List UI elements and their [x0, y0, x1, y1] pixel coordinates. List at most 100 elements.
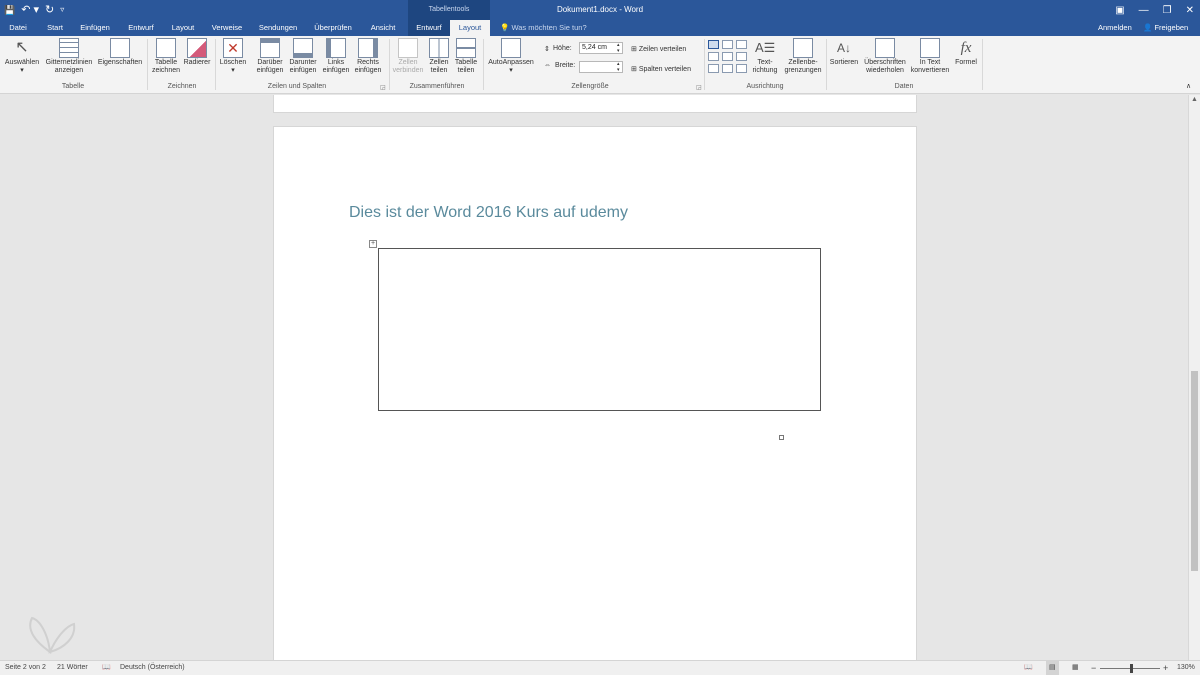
align-bottom-center-icon[interactable] [722, 64, 733, 73]
spinner-icon[interactable]: ▴ ▾ [617, 42, 620, 54]
zoom-in-button[interactable]: + [1163, 661, 1168, 675]
restore-icon[interactable]: ❐ [1163, 5, 1172, 16]
tab-ansicht[interactable]: Ansicht [364, 20, 402, 36]
print-layout-icon[interactable]: ▤ [1046, 661, 1059, 675]
cell-margins-button[interactable]: Zellenbe-grenzungen [782, 38, 824, 75]
align-center-icon[interactable] [722, 52, 733, 61]
word-count[interactable]: 21 Wörter [57, 661, 88, 675]
minimize-icon[interactable]: — [1139, 5, 1149, 16]
align-center-right-icon[interactable] [736, 52, 747, 61]
zoom-level[interactable]: 130% [1177, 661, 1195, 675]
draw-table-label-2: zeichnen [151, 67, 181, 74]
split-table-button[interactable]: Tabelle teilen [452, 38, 480, 75]
sort-label: Sortieren [829, 59, 859, 66]
select-button[interactable]: ↖ Auswählen ▾ [4, 38, 40, 75]
split-cells-icon [429, 38, 449, 58]
group-label-zeichnen: Zeichnen [167, 83, 197, 90]
tab-verweise[interactable]: Verweise [206, 20, 248, 36]
delete-button[interactable]: ✕ Löschen ▾ [217, 38, 249, 75]
insert-above-button[interactable]: Darüber einfügen [253, 38, 287, 75]
sign-in-link[interactable]: Anmelden [1098, 20, 1132, 36]
repeat-header-rows-button[interactable]: Überschriften wiederholen [861, 38, 909, 75]
view-gridlines-button[interactable]: Gitternetzlinien anzeigen [42, 38, 96, 75]
language[interactable]: Deutsch (Österreich) [120, 661, 185, 675]
table-move-handle-icon[interactable]: + [369, 240, 377, 248]
tell-me-search[interactable]: 💡 Was möchten Sie tun? [500, 20, 587, 36]
merge-cells-button[interactable]: Zellen verbinden [392, 38, 424, 75]
tab-layout[interactable]: Layout [166, 20, 200, 36]
zoom-out-button[interactable]: − [1091, 661, 1096, 675]
tab-datei[interactable]: Datei [4, 20, 32, 36]
scrollbar-thumb[interactable] [1191, 371, 1198, 571]
collapse-ribbon-icon[interactable]: ∧ [1186, 82, 1191, 90]
tab-start[interactable]: Start [40, 20, 70, 36]
proofing-icon[interactable]: 📖 [102, 661, 111, 675]
eraser-button[interactable]: Radierer [182, 38, 212, 67]
table-cell[interactable] [378, 248, 821, 411]
zoom-slider-thumb[interactable] [1130, 664, 1133, 673]
distribute-rows-button[interactable]: ⊞ Zeilen verteilen [631, 45, 686, 53]
split-cells-button[interactable]: Zellen teilen [425, 38, 453, 75]
scroll-up-icon[interactable]: ▲ [1191, 96, 1198, 103]
merge-cells-label-1: Zellen [398, 59, 418, 66]
convert-to-text-button[interactable]: In Text konvertieren [909, 38, 951, 75]
sort-button[interactable]: A↓ Sortieren [828, 38, 860, 67]
merge-cells-icon [398, 38, 418, 58]
formula-button[interactable]: fx Formel [951, 38, 981, 67]
insert-left-button[interactable]: Links einfügen [319, 38, 353, 75]
table-resize-handle[interactable] [779, 435, 784, 440]
autofit-button[interactable]: AutoAnpassen ▾ [485, 38, 537, 75]
align-top-left-icon[interactable] [708, 40, 719, 49]
properties-button[interactable]: Eigenschaften [96, 38, 144, 67]
tab-table-entwurf[interactable]: Entwurf [408, 20, 450, 36]
distribute-columns-button[interactable]: ⊞ Spalten verteilen [631, 65, 691, 73]
insert-right-button[interactable]: Rechts einfügen [351, 38, 385, 75]
undo-icon[interactable]: ↶ ▾ [21, 2, 39, 18]
document-heading[interactable]: Dies ist der Word 2016 Kurs auf udemy [349, 204, 628, 222]
table-properties-icon [110, 38, 130, 58]
group-label-zellengroesse: Zellengröße [571, 83, 609, 90]
align-bottom-right-icon[interactable] [736, 64, 747, 73]
tab-entwurf[interactable]: Entwurf [122, 20, 160, 36]
align-top-center-icon[interactable] [722, 40, 733, 49]
insert-below-label-2: einfügen [289, 67, 317, 74]
gridlines-icon [59, 38, 79, 58]
page-2[interactable]: Dies ist der Word 2016 Kurs auf udemy + [273, 126, 917, 660]
share-button[interactable]: 👤 Freigeben [1143, 20, 1188, 36]
page-count[interactable]: Seite 2 von 2 [5, 661, 46, 675]
text-direction-button[interactable]: A☰ Text-richtung [748, 38, 782, 75]
distribute-rows-label: Zeilen verteilen [638, 46, 687, 53]
read-mode-icon[interactable]: 📖 [1024, 661, 1033, 675]
align-bottom-left-icon[interactable] [708, 64, 719, 73]
insert-row-above-icon [260, 38, 280, 58]
group-label-ausrichtung: Ausrichtung [746, 83, 784, 90]
distribute-rows-icon: ⊞ [631, 46, 639, 53]
document-canvas[interactable]: Dies ist der Word 2016 Kurs auf udemy + [0, 95, 1188, 660]
group-label-zeilen-spalten: Zeilen und Spalten [267, 83, 327, 90]
draw-table-button[interactable]: Tabelle zeichnen [150, 38, 182, 75]
web-layout-icon[interactable]: ▦ [1072, 661, 1079, 675]
ribbon-display-options-icon[interactable]: ▣ [1115, 5, 1124, 16]
spinner-icon[interactable]: ▴ ▾ [617, 61, 620, 73]
align-center-left-icon[interactable] [708, 52, 719, 61]
cell-size-dialog-launcher-icon[interactable]: ◲ [696, 84, 702, 91]
dropdown-caret-icon: ▾ [20, 67, 24, 74]
tab-table-layout[interactable]: Layout [450, 20, 490, 36]
document-title: Dokument1.docx - Word [556, 5, 644, 14]
distribute-columns-icon: ⊞ [631, 66, 639, 73]
delete-table-icon: ✕ [223, 38, 243, 58]
insert-below-button[interactable]: Darunter einfügen [286, 38, 320, 75]
customize-qat-icon[interactable]: ▿ [60, 2, 64, 18]
eraser-icon [187, 38, 207, 58]
tab-ueberpruefen[interactable]: Überprüfen [308, 20, 358, 36]
tab-sendungen[interactable]: Sendungen [254, 20, 302, 36]
formula-label: Formel [955, 59, 977, 66]
align-top-right-icon[interactable] [736, 40, 747, 49]
close-icon[interactable]: ✕ [1186, 5, 1194, 16]
split-cells-label-1: Zellen [429, 59, 449, 66]
redo-icon[interactable]: ↻ [45, 2, 54, 18]
save-icon[interactable]: 💾 [4, 2, 15, 18]
vertical-scrollbar[interactable]: ▲ [1188, 95, 1200, 660]
rows-columns-dialog-launcher-icon[interactable]: ◲ [380, 84, 386, 91]
tab-einfuegen[interactable]: Einfügen [74, 20, 116, 36]
